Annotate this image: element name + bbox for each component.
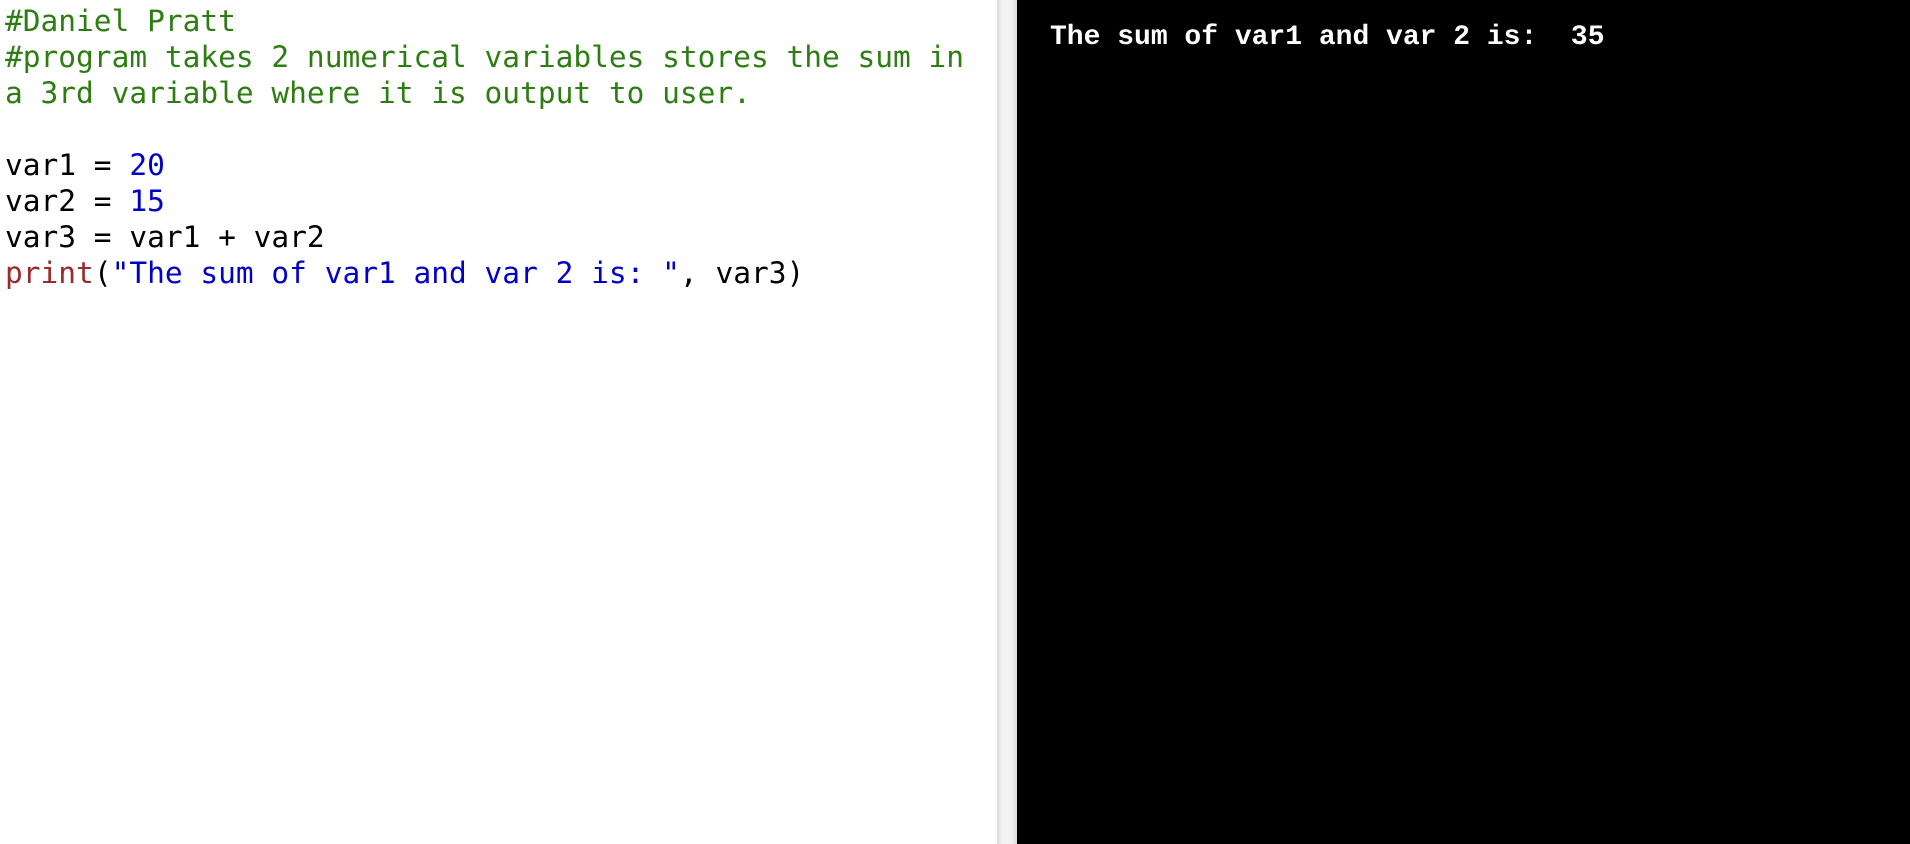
code-token: #Daniel Pratt — [5, 4, 236, 38]
code-token: #program takes 2 numerical variables sto… — [5, 40, 965, 74]
code-token: var1 = — [5, 148, 130, 182]
code-token: ( — [93, 256, 112, 290]
code-line: print("The sum of var1 and var 2 is: ", … — [5, 255, 964, 291]
code-token: 15 — [129, 184, 165, 218]
code-editor-text[interactable]: #Daniel Pratt #program takes 2 numerical … — [5, 3, 964, 291]
code-token: 20 — [129, 148, 165, 182]
code-line: a 3rd variable where it is output to use… — [5, 75, 964, 111]
code-token: var3 = var1 + var2 — [5, 220, 325, 254]
code-token: a 3rd variable where it is output to use… — [5, 76, 751, 110]
code-token: print — [5, 256, 94, 290]
code-line: #Daniel Pratt — [5, 3, 964, 39]
console-output-line: The sum of var1 and var 2 is: 35 — [1050, 22, 1605, 53]
pane-splitter[interactable] — [997, 0, 1017, 844]
code-line: #program takes 2 numerical variables sto… — [5, 39, 964, 75]
code-token: , var3) — [679, 256, 805, 290]
ide-window: #Daniel Pratt #program takes 2 numerical … — [0, 0, 1910, 844]
code-editor-pane[interactable]: #Daniel Pratt #program takes 2 numerical … — [0, 0, 997, 844]
code-token: "The sum of var1 and var 2 is: " — [111, 256, 680, 290]
console-pane[interactable]: The sum of var1 and var 2 is: 35 — [1017, 0, 1910, 844]
code-line: var3 = var1 + var2 — [5, 219, 964, 255]
code-token: var2 = — [5, 184, 130, 218]
code-line: var1 = 20 — [5, 147, 964, 183]
code-line: var2 = 15 — [5, 183, 964, 219]
